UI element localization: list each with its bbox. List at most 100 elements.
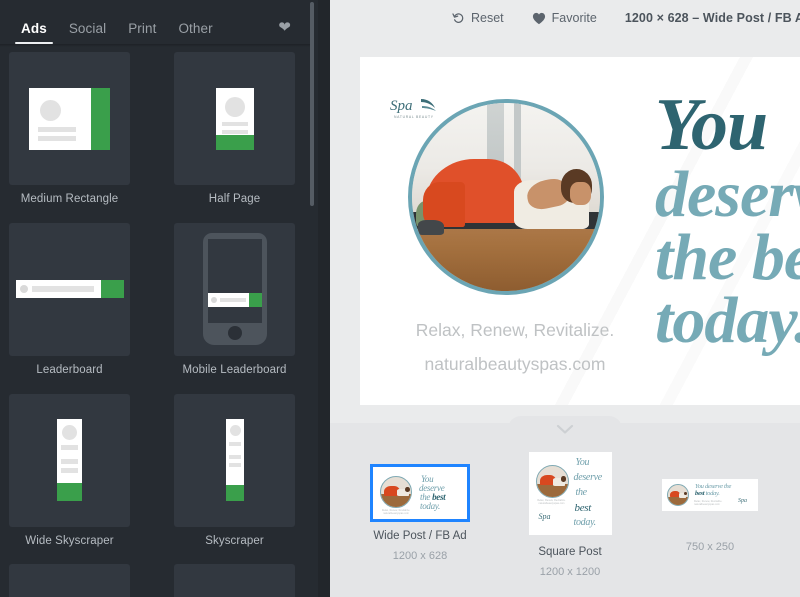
template-label: Medium Rectangle bbox=[20, 193, 119, 205]
template-item-mobile-leaderboard[interactable]: Mobile Leaderboard bbox=[174, 222, 295, 394]
template-thumb[interactable] bbox=[174, 564, 295, 597]
art-circle bbox=[62, 425, 77, 441]
art-green-block bbox=[91, 87, 110, 150]
sidebar-edge bbox=[318, 0, 330, 597]
mini-caption-2: naturalbeautyspas.com bbox=[383, 512, 409, 516]
thumbnail-preview[interactable]: Relax, Renew, Revitalize. naturalbeautys… bbox=[370, 464, 470, 522]
mini-caption-2: naturalbeautyspas.com bbox=[538, 502, 565, 506]
phone-screen bbox=[207, 239, 262, 324]
favorite-label: Favorite bbox=[551, 11, 597, 26]
sidebar-scrollbar-thumb[interactable] bbox=[310, 2, 314, 206]
skyscraper-art bbox=[225, 419, 244, 502]
leaderboard-art bbox=[15, 280, 124, 299]
mini-script-2: deserve bbox=[704, 483, 723, 490]
photo-content bbox=[412, 103, 600, 291]
mini-script-4: best bbox=[695, 490, 705, 497]
art-line bbox=[38, 135, 76, 141]
template-item-leaderboard[interactable]: Leaderboard bbox=[9, 222, 130, 394]
template-thumb[interactable] bbox=[9, 393, 130, 527]
art-line bbox=[61, 445, 78, 451]
mini-logo: Spa bbox=[538, 512, 551, 521]
photo-person-face bbox=[569, 181, 591, 205]
template-label: Mobile Leaderboard bbox=[182, 363, 287, 376]
template-thumb[interactable] bbox=[174, 393, 295, 527]
tab-print[interactable]: Print bbox=[117, 21, 167, 45]
undo-icon bbox=[452, 12, 465, 25]
mini-ad-art: Relax, Renew, Revitalize. naturalbeautys… bbox=[528, 452, 612, 535]
template-sidebar: Ads Social Print Other ❤ Medium Rectangl… bbox=[0, 0, 330, 597]
tab-ads[interactable]: Ads bbox=[10, 21, 58, 45]
mini-caption: Relax, Renew, Revitalize. naturalbeautys… bbox=[377, 509, 415, 515]
thumbnail-preview[interactable]: Relax, Renew, Revitalize. naturalbeautys… bbox=[528, 452, 612, 535]
favorite-button[interactable]: Favorite bbox=[532, 12, 597, 25]
phone-home-button bbox=[227, 326, 242, 341]
template-item-medium-rectangle[interactable]: Medium Rectangle bbox=[9, 52, 130, 223]
thumbnail-title: Square Post bbox=[538, 546, 602, 558]
art-paper bbox=[15, 280, 101, 299]
mini-script-5: today. bbox=[705, 490, 720, 497]
template-list-scroll[interactable]: Medium Rectangle Half Page Leaderboard M… bbox=[0, 44, 330, 597]
art-green-block bbox=[215, 134, 254, 150]
template-item-wide-skyscraper[interactable]: Wide Skyscraper bbox=[9, 393, 130, 565]
mini-script-2: deserve bbox=[573, 472, 603, 483]
thumbnail-banner[interactable]: You deserve the best today. Relax, Renew… bbox=[638, 479, 782, 553]
mini-caption: Relax, Renew, Revitalize. naturalbeautys… bbox=[694, 500, 734, 506]
app-root: Ads Social Print Other ❤ Medium Rectangl… bbox=[0, 0, 800, 597]
art-circle bbox=[19, 285, 28, 294]
canvas-script-headline: You deserve the best today. bbox=[655, 88, 800, 353]
template-item-partial-2[interactable] bbox=[174, 564, 295, 597]
art-circle bbox=[40, 99, 61, 121]
mini-head bbox=[683, 491, 687, 495]
wide-skyscraper-art bbox=[57, 419, 82, 502]
template-thumb[interactable] bbox=[9, 564, 130, 597]
template-label: Leaderboard bbox=[36, 363, 103, 376]
art-green-block bbox=[100, 280, 124, 299]
mini-floor bbox=[536, 483, 568, 497]
template-thumb[interactable] bbox=[9, 222, 130, 356]
canvas-dimensions-label: 1200 × 628 – Wide Post / FB Ad bbox=[624, 11, 800, 26]
mini-script-bottom: best today. bbox=[695, 490, 720, 498]
mini-head bbox=[561, 476, 566, 482]
script-line-3: the best bbox=[655, 220, 800, 294]
reset-label: Reset bbox=[471, 11, 504, 26]
medium-rectangle-art bbox=[29, 87, 110, 150]
thumbnail-dimensions: 1200 x 628 bbox=[392, 549, 448, 562]
design-artboard[interactable]: Spa NATURAL BEAUTY bbox=[360, 57, 800, 405]
art-paper bbox=[29, 87, 91, 150]
template-label: Wide Skyscraper bbox=[25, 534, 114, 547]
art-line bbox=[221, 129, 248, 134]
thumbnail-preview[interactable]: You deserve the best today. Relax, Renew… bbox=[662, 479, 758, 511]
circular-photo bbox=[408, 99, 604, 295]
tab-social[interactable]: Social bbox=[58, 21, 117, 45]
thumbnail-square-post[interactable]: Relax, Renew, Revitalize. naturalbeautys… bbox=[505, 452, 635, 578]
canvas-tagline-2: naturalbeautyspas.com bbox=[424, 354, 606, 374]
reset-button[interactable]: Reset bbox=[452, 12, 504, 25]
art-green-block bbox=[57, 483, 82, 502]
mini-script-1: You bbox=[695, 483, 704, 490]
mini-script-5: today. bbox=[420, 501, 440, 511]
thumbnail-dimensions: 1200 x 1200 bbox=[539, 565, 601, 578]
mini-script-5: today. bbox=[573, 517, 597, 528]
thumbnail-wide-post[interactable]: Relax, Renew, Revitalize. naturalbeautys… bbox=[350, 464, 490, 562]
chevron-down-icon[interactable] bbox=[555, 422, 575, 440]
canvas-tagline-1: Relax, Renew, Revitalize. bbox=[415, 320, 615, 340]
template-thumb[interactable] bbox=[9, 52, 130, 185]
template-item-half-page[interactable]: Half Page bbox=[174, 52, 295, 223]
mini-photo bbox=[535, 465, 569, 498]
template-thumb[interactable] bbox=[174, 222, 295, 356]
mini-script-1: You bbox=[575, 457, 590, 468]
mini-photo bbox=[380, 476, 412, 508]
script-line-2: deserve bbox=[655, 158, 800, 232]
favorites-heart-icon[interactable]: ❤ bbox=[278, 20, 291, 35]
template-item-skyscraper[interactable]: Skyscraper bbox=[174, 393, 295, 565]
template-item-partial-1[interactable] bbox=[9, 564, 130, 597]
art-circle bbox=[229, 425, 241, 437]
art-line bbox=[38, 126, 76, 132]
photo-person-shoe bbox=[417, 219, 444, 235]
art-line bbox=[221, 121, 248, 126]
tab-other[interactable]: Other bbox=[167, 21, 223, 45]
mini-script-3: the bbox=[575, 487, 588, 498]
template-thumb[interactable] bbox=[174, 52, 295, 185]
thumbnail-dimensions: 750 x 250 bbox=[685, 541, 735, 553]
mini-logo: Spa bbox=[738, 498, 747, 504]
